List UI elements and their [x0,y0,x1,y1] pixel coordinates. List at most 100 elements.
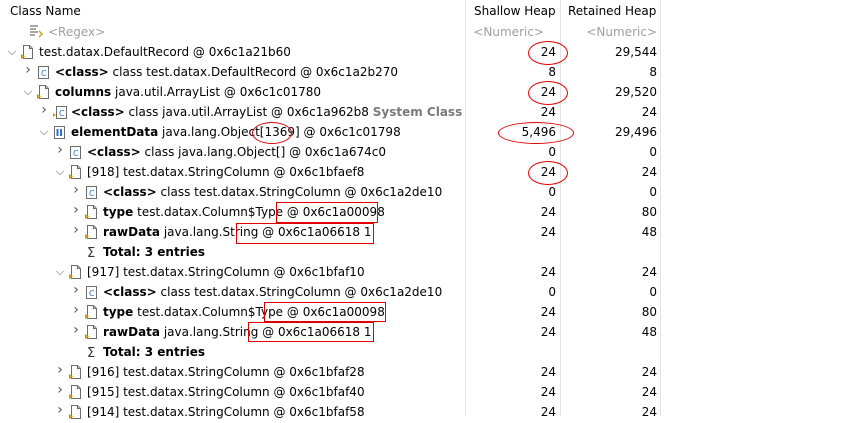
row-class-name: <class> class test.datax.DefaultRecord @… [55,65,398,79]
expand-chevron-icon[interactable]: › [70,302,82,318]
row-class-name: [916] test.datax.StringColumn @ 0x6c1bfa… [87,365,365,379]
row-class-name: [915] test.datax.StringColumn @ 0x6c1bfa… [87,385,365,399]
retained-heap-value: 24 [641,365,657,379]
object-icon [68,164,84,180]
row-field-name: rawData [103,225,160,239]
object-icon [20,44,36,60]
row-field-name: <class> [55,65,109,79]
retained-heap-value: 8 [649,65,657,79]
column-header-retained-heap[interactable]: Retained Heap [568,4,656,18]
sigma-icon: Σ [84,244,100,261]
shallow-heap-value: 0 [548,145,556,159]
row-object-description: [914] test.datax.StringColumn @ 0x6c1bfa… [87,405,365,419]
annotation-rect [276,202,378,223]
expand-chevron-icon[interactable]: › [70,282,82,298]
tree-row[interactable]: › type test.datax.Column$Type @ 0x6c1a000… [0,202,844,222]
tree-row[interactable]: › C <class> class java.lang.Object[] @ 0x6… [0,142,844,162]
table-header: Class Name Shallow Heap Retained Heap [0,0,844,22]
row-object-description: [916] test.datax.StringColumn @ 0x6c1bfa… [87,365,365,379]
system-class-label: System Class [372,105,463,119]
tree-row[interactable]: ⌵ [918] test.datax.StringColumn @ 0x6c1bf… [0,162,844,182]
tree-row[interactable]: › C <class> class test.datax.DefaultRecord… [0,62,844,82]
retained-heap-value: 29,544 [615,45,657,59]
row-class-name: <class> class java.util.ArrayList @ 0x6c… [71,105,462,119]
shallow-filter-input[interactable]: <Numeric> [473,25,544,39]
collapse-chevron-icon[interactable]: ⌵ [54,165,66,179]
annotation-ellipse [252,122,292,144]
shallow-heap-value: 0 [548,185,556,199]
class-icon: C [36,64,52,80]
row-object-description: class test.datax.DefaultRecord @ 0x6c1a2… [108,65,398,79]
annotation-ellipse [498,122,574,144]
tree-row[interactable]: ⌵ elementData java.lang.Object[1369] @ 0x… [0,122,844,142]
expand-chevron-icon[interactable]: › [70,182,82,198]
annotation-rect [248,322,374,342]
row-class-name: <class> class test.datax.StringColumn @ … [103,185,442,199]
collapse-chevron-icon[interactable]: ⌵ [22,85,34,99]
collapse-chevron-icon[interactable]: ⌵ [6,45,18,59]
expand-chevron-icon[interactable]: › [22,62,34,78]
row-class-name: [917] test.datax.StringColumn @ 0x6c1bfa… [87,265,365,279]
svg-text:C: C [59,109,65,118]
retained-heap-value: 24 [641,165,657,179]
expand-chevron-icon[interactable]: › [54,402,66,418]
row-object-description: class test.datax.StringColumn @ 0x6c1a2d… [156,285,443,299]
row-field-name: type [103,305,134,319]
column-header-shallow-heap[interactable]: Shallow Heap [474,4,556,18]
row-class-name: Total: 3 entries [103,345,205,359]
retained-heap-value: 24 [641,265,657,279]
row-field-name: type [103,205,134,219]
shallow-heap-value: 24 [540,305,556,319]
expand-chevron-icon[interactable]: › [54,382,66,398]
retained-heap-value: 80 [641,205,657,219]
expand-chevron-icon[interactable]: › [38,102,50,118]
tree-row[interactable]: › rawData java.lang.String @ 0x6c1a06618 … [0,222,844,242]
tree-row[interactable]: ⌵ columns java.util.ArrayList @ 0x6c1c017… [0,82,844,102]
tree-row[interactable]: › [914] test.datax.StringColumn @ 0x6c1bf… [0,402,844,422]
retained-heap-value: 0 [649,185,657,199]
tree-row[interactable]: › [915] test.datax.StringColumn @ 0x6c1bf… [0,382,844,402]
tree-row[interactable]: › rawData java.lang.String @ 0x6c1a06618 … [0,322,844,342]
class-reference-icon: C [52,104,68,120]
row-field-name: <class> [87,145,141,159]
retained-heap-value: 24 [641,105,657,119]
column-header-class-name[interactable]: Class Name [10,4,81,18]
retained-heap-value: 80 [641,305,657,319]
object-icon [68,384,84,400]
shallow-heap-value: 8 [548,65,556,79]
row-field-name: <class> [103,185,157,199]
retained-heap-value: 48 [641,225,657,239]
expand-chevron-icon[interactable]: › [54,142,66,158]
shallow-heap-value: 24 [540,105,556,119]
tree-row[interactable]: ⌵ [917] test.datax.StringColumn @ 0x6c1bf… [0,262,844,282]
tree-row[interactable]: › C <class> class java.util.ArrayList @ 0x… [0,102,844,122]
svg-text:C: C [89,289,95,298]
retained-heap-value: 48 [641,325,657,339]
expand-chevron-icon[interactable]: › [70,222,82,238]
array-icon [52,124,68,140]
expand-chevron-icon[interactable]: › [70,322,82,338]
tree-row[interactable]: › type test.datax.Column$Type @ 0x6c1a000… [0,302,844,322]
regex-filter-input[interactable]: <Regex> [48,25,105,39]
tree-row[interactable]: Σ Total: 3 entries [0,342,844,362]
annotation-ellipse [528,81,568,105]
tree-row[interactable]: › [916] test.datax.StringColumn @ 0x6c1bf… [0,362,844,382]
tree-row[interactable]: Σ Total: 3 entries [0,242,844,262]
tree-row[interactable]: › C <class> class test.datax.StringColumn … [0,182,844,202]
retained-filter-input[interactable]: <Numeric> [586,25,657,39]
collapse-chevron-icon[interactable]: ⌵ [54,265,66,279]
tree-row[interactable]: › C <class> class test.datax.StringColumn … [0,282,844,302]
tree-row[interactable]: ⌵ test.datax.DefaultRecord @ 0x6c1a21b60 2… [0,42,844,62]
svg-text:C: C [73,149,79,158]
object-icon [68,364,84,380]
annotation-rect [236,223,374,244]
svg-text:C: C [41,69,47,78]
expand-chevron-icon[interactable]: › [54,362,66,378]
class-icon: C [68,144,84,160]
retained-heap-value: 24 [641,385,657,399]
row-class-name: <class> class test.datax.StringColumn @ … [103,285,442,299]
retained-heap-value: 29,520 [615,85,657,99]
object-icon [84,224,100,240]
expand-chevron-icon[interactable]: › [70,202,82,218]
collapse-chevron-icon[interactable]: ⌵ [38,125,50,139]
